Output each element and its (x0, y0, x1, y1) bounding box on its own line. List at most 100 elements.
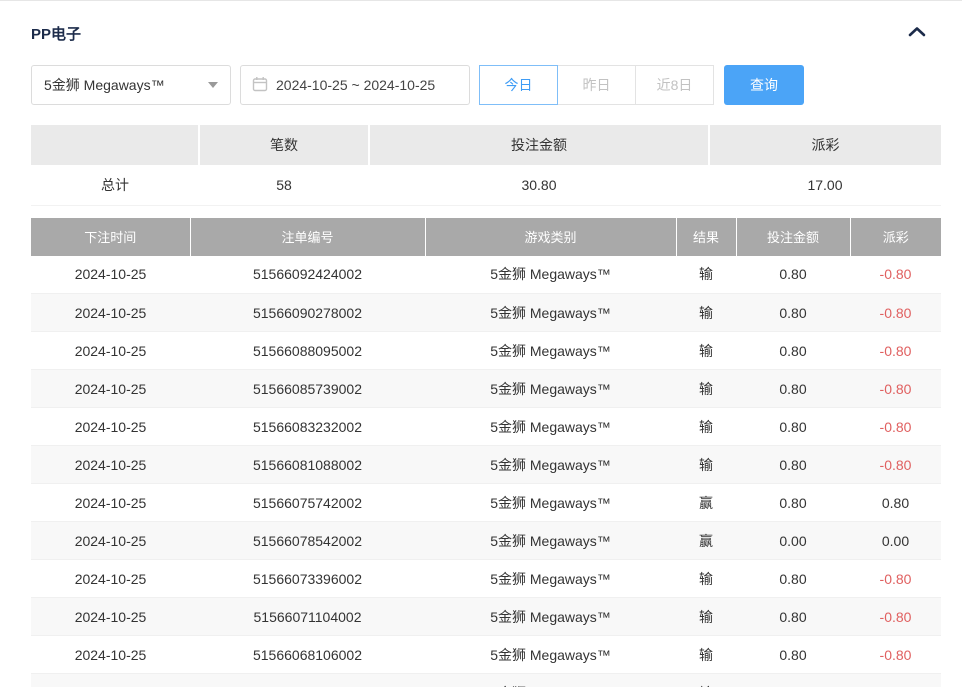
table-row: 2024-10-25 51566085739002 5金狮 Megaways™ … (31, 370, 941, 408)
cell-order-id: 51566068106002 (190, 636, 425, 674)
cell-result: 输 (676, 332, 736, 370)
table-row: 2024-10-25 51566065898002 5金狮 Megaways™ … (31, 674, 941, 687)
cell-bet: 0.80 (736, 294, 850, 332)
table-row: 2024-10-25 51566075742002 5金狮 Megaways™ … (31, 484, 941, 522)
header-payout: 派彩 (850, 218, 941, 256)
date-range-picker[interactable]: 2024-10-25 ~ 2024-10-25 (240, 65, 470, 105)
cell-bet: 0.80 (736, 332, 850, 370)
cell-game: 5金狮 Megaways™ (425, 636, 676, 674)
cell-bet: 0.80 (736, 446, 850, 484)
search-button[interactable]: 查询 (724, 65, 804, 105)
cell-game: 5金狮 Megaways™ (425, 294, 676, 332)
cell-order-id: 51566065898002 (190, 674, 425, 687)
cell-result: 输 (676, 598, 736, 636)
table-row: 2024-10-25 51566068106002 5金狮 Megaways™ … (31, 636, 941, 674)
cell-date: 2024-10-25 (31, 484, 190, 522)
cell-payout: -0.80 (850, 560, 941, 598)
cell-date: 2024-10-25 (31, 370, 190, 408)
cell-date: 2024-10-25 (31, 294, 190, 332)
header-order-id: 注单编号 (190, 218, 425, 256)
cell-result: 输 (676, 560, 736, 598)
cell-result: 输 (676, 294, 736, 332)
cell-result: 赢 (676, 522, 736, 560)
cell-date: 2024-10-25 (31, 674, 190, 687)
cell-bet: 0.80 (736, 408, 850, 446)
cell-result: 赢 (676, 484, 736, 522)
page-title: PP电子 (31, 23, 81, 44)
cell-game: 5金狮 Megaways™ (425, 484, 676, 522)
cell-bet: 0.00 (736, 522, 850, 560)
cell-bet: 0.80 (736, 560, 850, 598)
bet-table-body: 2024-10-25 51566092424002 5金狮 Megaways™ … (31, 256, 941, 687)
date-range-value: 2024-10-25 ~ 2024-10-25 (276, 77, 435, 93)
header-bet-amount: 投注金额 (736, 218, 850, 256)
bet-table-header-row: 下注时间 注单编号 游戏类别 结果 投注金额 派彩 (31, 218, 941, 256)
chevron-up-icon (908, 25, 926, 43)
cell-game: 5金狮 Megaways™ (425, 446, 676, 484)
cell-game: 5金狮 Megaways™ (425, 370, 676, 408)
summary-total-label: 总计 (31, 165, 199, 205)
collapse-panel-button[interactable] (907, 24, 927, 44)
table-row: 2024-10-25 51566081088002 5金狮 Megaways™ … (31, 446, 941, 484)
today-button[interactable]: 今日 (479, 65, 558, 105)
yesterday-button[interactable]: 昨日 (557, 65, 636, 105)
calendar-icon (252, 76, 268, 95)
cell-order-id: 51566092424002 (190, 256, 425, 294)
summary-total-bet: 30.80 (369, 165, 709, 205)
summary-total-row: 总计 58 30.80 17.00 (31, 165, 941, 205)
last-8-days-button[interactable]: 近8日 (635, 65, 714, 105)
cell-date: 2024-10-25 (31, 332, 190, 370)
summary-total-count: 58 (199, 165, 369, 205)
cell-bet: 0.80 (736, 484, 850, 522)
cell-payout: -0.80 (850, 370, 941, 408)
cell-order-id: 51566088095002 (190, 332, 425, 370)
game-select-value: 5金狮 Megaways™ (44, 75, 165, 95)
cell-payout: -0.80 (850, 674, 941, 687)
cell-date: 2024-10-25 (31, 598, 190, 636)
cell-order-id: 51566073396002 (190, 560, 425, 598)
cell-payout: -0.80 (850, 446, 941, 484)
header-result: 结果 (676, 218, 736, 256)
cell-bet: 0.80 (736, 598, 850, 636)
cell-game: 5金狮 Megaways™ (425, 674, 676, 687)
cell-payout: 0.00 (850, 522, 941, 560)
table-row: 2024-10-25 51566073396002 5金狮 Megaways™ … (31, 560, 941, 598)
cell-payout: -0.80 (850, 636, 941, 674)
cell-date: 2024-10-25 (31, 408, 190, 446)
cell-result: 输 (676, 674, 736, 687)
summary-total-payout: 17.00 (709, 165, 941, 205)
summary-header-empty (31, 125, 199, 165)
summary-header-row: 笔数 投注金额 派彩 (31, 125, 941, 165)
cell-game: 5金狮 Megaways™ (425, 332, 676, 370)
cell-result: 输 (676, 408, 736, 446)
cell-payout: -0.80 (850, 408, 941, 446)
header-bet-time: 下注时间 (31, 218, 190, 256)
cell-order-id: 51566078542002 (190, 522, 425, 560)
cell-game: 5金狮 Megaways™ (425, 598, 676, 636)
cell-order-id: 51566075742002 (190, 484, 425, 522)
quick-date-button-group: 今日 昨日 近8日 (480, 65, 714, 105)
cell-order-id: 51566071104002 (190, 598, 425, 636)
cell-result: 输 (676, 446, 736, 484)
cell-order-id: 51566090278002 (190, 294, 425, 332)
table-row: 2024-10-25 51566083232002 5金狮 Megaways™ … (31, 408, 941, 446)
cell-payout: -0.80 (850, 256, 941, 294)
cell-date: 2024-10-25 (31, 256, 190, 294)
cell-bet: 0.80 (736, 256, 850, 294)
pp-electronic-panel: PP电子 5金狮 Megaways™ 2024-10-25 ~ 2024-10-… (0, 1, 941, 687)
cell-payout: -0.80 (850, 294, 941, 332)
cell-game: 5金狮 Megaways™ (425, 560, 676, 598)
table-row: 2024-10-25 51566090278002 5金狮 Megaways™ … (31, 294, 941, 332)
summary-header-payout: 派彩 (709, 125, 941, 165)
cell-bet: 0.80 (736, 636, 850, 674)
summary-header-count: 笔数 (199, 125, 369, 165)
cell-order-id: 51566085739002 (190, 370, 425, 408)
cell-date: 2024-10-25 (31, 560, 190, 598)
cell-result: 输 (676, 636, 736, 674)
bet-records-table: 下注时间 注单编号 游戏类别 结果 投注金额 派彩 2024-10-25 515… (31, 218, 941, 687)
table-row: 2024-10-25 51566071104002 5金狮 Megaways™ … (31, 598, 941, 636)
table-row: 2024-10-25 51566092424002 5金狮 Megaways™ … (31, 256, 941, 294)
cell-order-id: 51566083232002 (190, 408, 425, 446)
game-select[interactable]: 5金狮 Megaways™ (31, 65, 231, 105)
table-row: 2024-10-25 51566078542002 5金狮 Megaways™ … (31, 522, 941, 560)
